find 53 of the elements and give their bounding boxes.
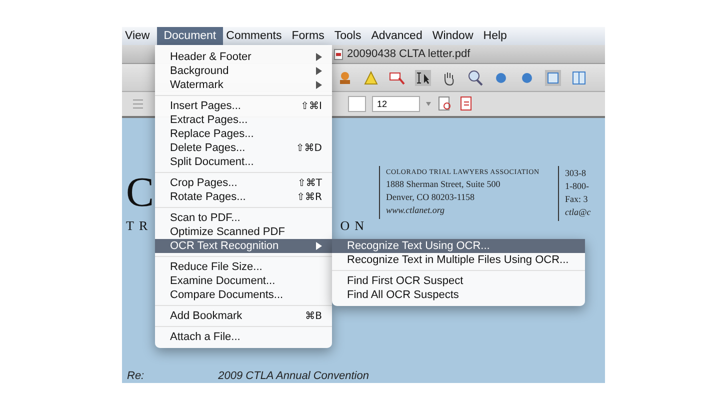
menu-bar-item[interactable]: Comments xyxy=(223,27,289,45)
logo-letter: C xyxy=(126,169,154,218)
menu-item[interactable]: Crop Pages... ⇧⌘T xyxy=(155,176,332,190)
text-select-icon[interactable] xyxy=(415,70,431,86)
logo-text: ON xyxy=(340,218,369,234)
menu-item[interactable]: Find First OCR Suspect xyxy=(332,274,585,288)
menu-item[interactable]: OCR Text Recognition xyxy=(155,239,332,253)
address-line: 1888 Sherman Street, Suite 500 xyxy=(386,179,502,189)
menu-item[interactable]: Attach a File... xyxy=(155,330,332,344)
menu-item[interactable]: Add Bookmark ⌘B xyxy=(155,309,332,323)
menu-bar-item[interactable]: Help xyxy=(480,27,514,45)
menu-item[interactable]: Watermark xyxy=(155,78,332,92)
menu-item[interactable]: Recognize Text in Multiple Files Using OCR... xyxy=(332,253,585,267)
pdf-file-icon xyxy=(334,48,343,60)
menu-item[interactable]: Replace Pages... xyxy=(155,127,332,141)
menu-item[interactable]: Extract Pages... xyxy=(155,113,332,127)
menu-item[interactable]: Background xyxy=(155,64,332,78)
zoom-icon[interactable] xyxy=(467,70,483,86)
menu-item[interactable]: Optimize Scanned PDF xyxy=(155,225,332,239)
stamp-icon[interactable] xyxy=(337,70,353,86)
menu-item[interactable]: Rotate Pages... ⇧⌘R xyxy=(155,190,332,204)
menu-bar-item[interactable]: Advanced xyxy=(368,27,430,45)
contact-line: Fax: 3 xyxy=(565,194,589,204)
menu-item[interactable]: Compare Documents... xyxy=(155,288,332,302)
logo-text: TR xyxy=(126,218,153,234)
menu-item[interactable]: Examine Document... xyxy=(155,274,332,288)
panels-icon[interactable] xyxy=(571,70,587,86)
menu-item[interactable]: Reduce File Size... xyxy=(155,260,332,274)
re-label: Re: xyxy=(127,370,144,382)
address-line: www.ctlanet.org xyxy=(386,205,446,215)
menu-item[interactable]: Find All OCR Suspects xyxy=(332,288,585,302)
window-title: 20090438 CLTA letter.pdf xyxy=(347,48,470,60)
menu-bar-item[interactable]: View xyxy=(122,27,157,45)
menu-item[interactable]: Header & Footer xyxy=(155,50,332,64)
page-stepper[interactable] xyxy=(348,96,366,112)
menu-bar-item[interactable]: Tools xyxy=(331,27,368,45)
contact-line: 1-800- xyxy=(565,181,590,191)
zoom-field[interactable]: 12 xyxy=(372,96,420,112)
contact-line: 303-8 xyxy=(565,168,587,178)
menu-bar-item[interactable]: Document xyxy=(156,27,224,45)
menu-bar-item[interactable]: Forms xyxy=(288,27,332,45)
document-search-icon[interactable] xyxy=(437,96,453,112)
address-line: Denver, CO 80203-1158 xyxy=(386,192,476,202)
contact-line: ctla@c xyxy=(565,207,592,217)
fit-page-icon[interactable] xyxy=(545,70,561,86)
menu-item[interactable]: Delete Pages... ⇧⌘D xyxy=(155,141,332,155)
menu-item[interactable]: Recognize Text Using OCR... xyxy=(332,239,585,253)
menu-item[interactable]: Scan to PDF... xyxy=(155,211,332,225)
caret-icon[interactable] xyxy=(426,102,431,106)
menu-bar-item[interactable]: Window xyxy=(429,27,480,45)
menu-item[interactable]: Insert Pages... ⇧⌘I xyxy=(155,99,332,113)
menu-item[interactable]: Split Document... xyxy=(155,155,332,169)
re-subject: 2009 CTLA Annual Convention xyxy=(218,370,369,382)
